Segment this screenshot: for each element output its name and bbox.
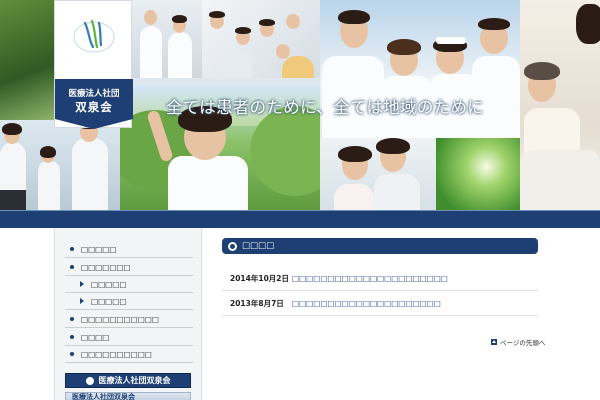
sidebar-item-label: □□□□□□□□□□□ (81, 314, 159, 324)
sidebar-item-label: □□□□□ (91, 296, 127, 306)
news-row: 2013年8月7日 □□□□□□□□□□□□□□□□□□□□□ (222, 292, 538, 316)
news-link[interactable]: □□□□□□□□□□□□□□□□□□□□□□ (292, 274, 448, 283)
news-link[interactable]: □□□□□□□□□□□□□□□□□□□□□ (292, 299, 441, 308)
triangle-right-icon (80, 298, 84, 304)
hero-collage: 医療法人社団 双泉会 全ては患者のために、全ては地域のために (0, 0, 600, 210)
slogan: 全ては患者のために、全ては地域のために (166, 98, 485, 117)
sidebar-item-3[interactable]: □□□□□□□□□□□ (65, 311, 193, 328)
tree-photo (0, 0, 54, 120)
sidebar-item-label: □□□□□ (91, 279, 127, 289)
header-bar (0, 210, 600, 228)
bullet-icon (70, 317, 74, 321)
group-photo (202, 0, 320, 78)
sidebar: □□□□□ □□□□□□□ □□□□□ □□□□□ □□□□□□□□□□□ □□… (54, 228, 202, 400)
bullet-icon (70, 335, 74, 339)
news-heading-label: □□□□ (242, 241, 275, 251)
sidebar-item-2[interactable]: □□□□□□□ (65, 259, 193, 276)
mother-daughter-photo (320, 138, 436, 210)
elderly-patient-photo (520, 0, 600, 210)
logo-mark-icon (73, 19, 115, 53)
sidebar-item-label: □□□□ (81, 332, 110, 342)
sidebar-item-label: □□□□□□□□□□ (81, 349, 152, 359)
bullet-icon (70, 265, 74, 269)
sidebar-subitem-1[interactable]: □□□□□ (65, 276, 193, 293)
bullet-icon (70, 247, 74, 251)
news-row: 2014年10月2日 □□□□□□□□□□□□□□□□□□□□□□ (222, 267, 538, 291)
family-photo (0, 120, 120, 210)
sidebar-item-label: □□□□□□□ (81, 262, 131, 272)
org-banner-2[interactable]: 医療法人社団双泉会 (65, 392, 191, 400)
bullet-icon (70, 352, 74, 356)
org-type-label: 医療法人社団 (68, 89, 120, 99)
page: 医療法人社団 双泉会 全ては患者のために、全ては地域のために □□□□□ □□□… (0, 0, 600, 400)
org-banner[interactable]: 医療法人社団双泉会 (65, 373, 191, 388)
sidebar-item-4[interactable]: □□□□ (65, 329, 193, 346)
org-banner-label: 医療法人社団双泉会 (98, 375, 171, 385)
circle-icon (85, 376, 94, 385)
page-top-link[interactable]: ページの先頭へ (491, 337, 545, 347)
news-date: 2013年8月7日 (230, 299, 284, 308)
sidebar-item-1[interactable]: □□□□□ (65, 241, 193, 258)
news-date: 2014年10月2日 (230, 274, 290, 283)
org-name-label: 双泉会 (75, 100, 113, 114)
site-logo[interactable]: 医療法人社団 双泉会 (54, 0, 133, 129)
sidebar-subitem-2[interactable]: □□□□□ (65, 293, 193, 310)
page-top-label: ページの先頭へ (500, 339, 546, 347)
arrow-up-icon (491, 339, 497, 345)
leaves-photo (436, 138, 520, 210)
circle-icon (228, 241, 237, 251)
news-heading: □□□□ (222, 238, 538, 254)
staff-photo (132, 0, 202, 78)
triangle-right-icon (80, 281, 84, 287)
sidebar-item-label: □□□□□ (81, 244, 117, 254)
sidebar-item-5[interactable]: □□□□□□□□□□ (65, 346, 193, 363)
